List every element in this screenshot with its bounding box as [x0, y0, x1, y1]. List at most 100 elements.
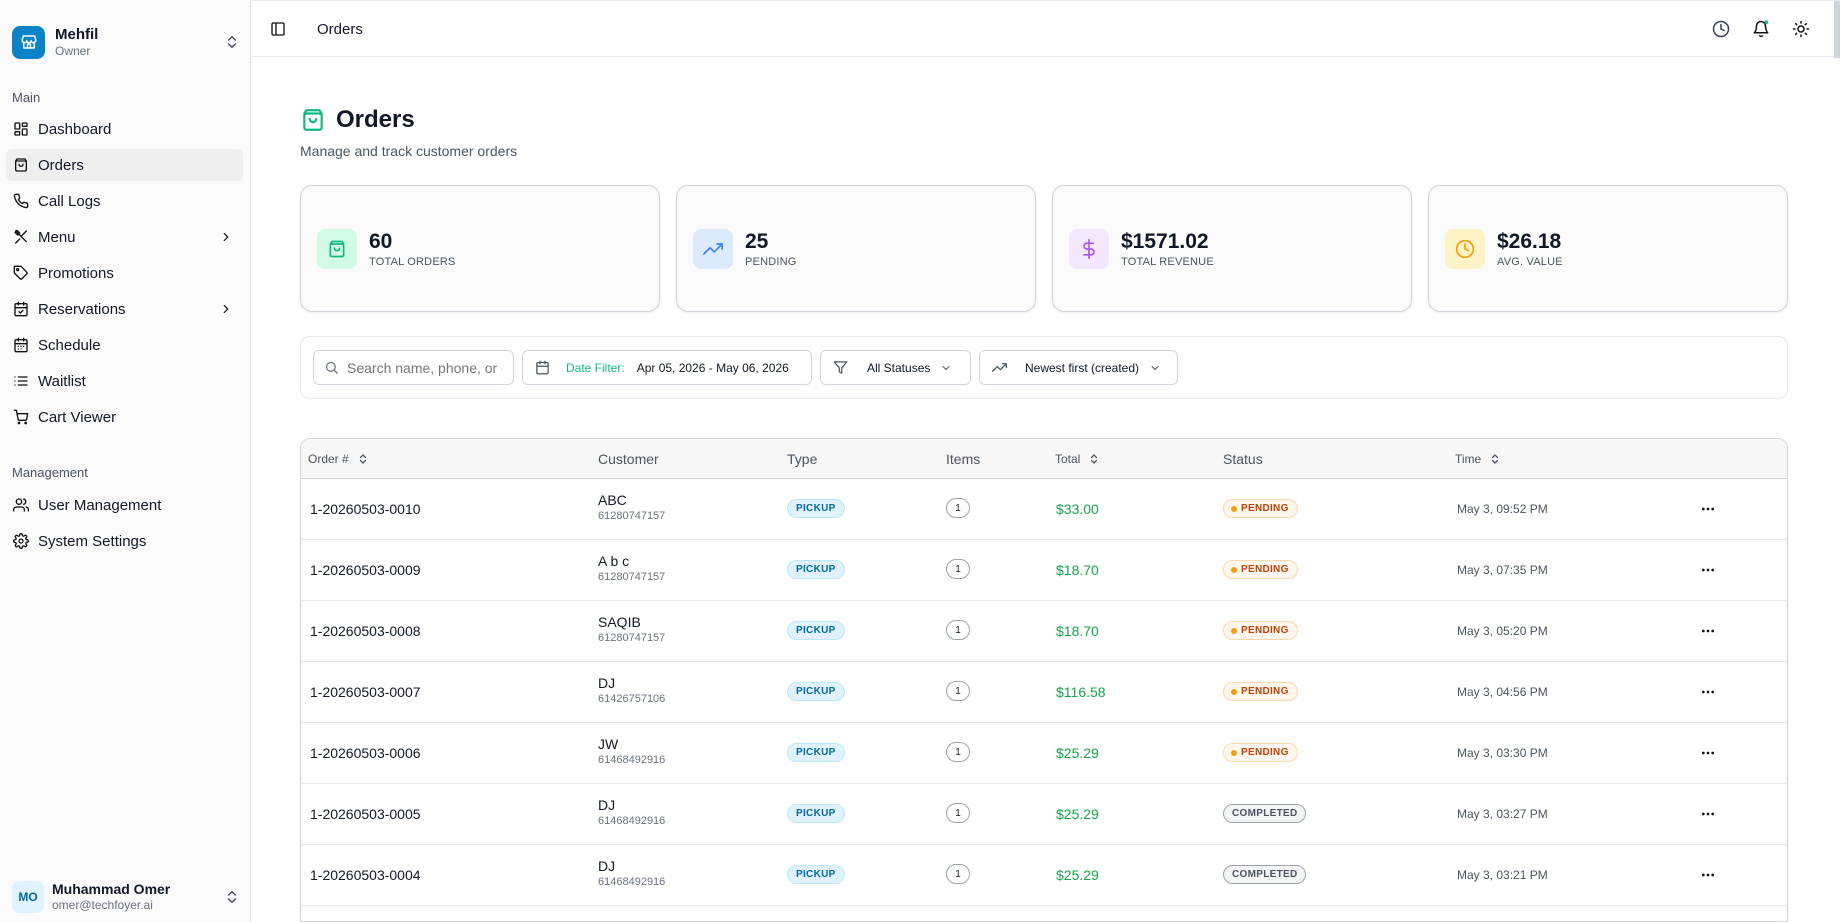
order-total: $25.29 [1056, 806, 1099, 822]
sidebar-item-label: System Settings [38, 532, 147, 550]
sidebar-item-cart-viewer[interactable]: Cart Viewer [6, 401, 243, 433]
cart-icon [13, 409, 29, 425]
column-header-time[interactable]: Time [1455, 452, 1501, 466]
status-label: PENDING [1241, 625, 1289, 636]
order-number: 1-20260503-0007 [310, 684, 421, 700]
type-badge: PICKUP [787, 743, 845, 762]
order-total: $33.00 [1056, 501, 1099, 517]
shopping-bag-icon [15, 158, 27, 172]
stat-value: $26.18 [1497, 230, 1562, 253]
trending-up-icon [693, 229, 733, 269]
sidebar-item-promotions[interactable]: Promotions [6, 257, 243, 289]
scrollbar[interactable] [1834, 1, 1840, 58]
status-label: PENDING [1241, 686, 1289, 697]
calendar-icon [536, 360, 549, 375]
section-label-management: Management [12, 465, 88, 480]
date-filter-label: Date Filter: [566, 360, 625, 375]
sidebar-item-dashboard[interactable]: Dashboard [6, 113, 243, 145]
more-actions-button[interactable] [1698, 499, 1718, 519]
shopping-bag-icon [303, 109, 323, 131]
customer-phone: 61468492916 [598, 815, 666, 827]
status-dot [1231, 749, 1237, 756]
column-header-order[interactable]: Order # [308, 452, 369, 466]
order-number: 1-20260503-0004 [310, 867, 421, 883]
customer-name: SAQIB [598, 614, 641, 630]
tag-icon [13, 265, 28, 280]
order-time: May 3, 04:56 PM [1457, 685, 1548, 699]
sort-select-value: Newest first (created) [1025, 360, 1140, 375]
sun-icon[interactable] [1792, 20, 1810, 38]
column-header-label: Order # [308, 452, 349, 466]
customer-phone: 61468492916 [598, 876, 666, 888]
sidebar-item-waitlist[interactable]: Waitlist [6, 365, 243, 397]
workspace-switcher[interactable]: Mehfil Owner [12, 24, 240, 60]
more-actions-button[interactable] [1698, 621, 1718, 641]
filter-icon [833, 361, 848, 374]
status-dot [1231, 505, 1237, 512]
sort-icon [1492, 454, 1499, 464]
more-actions-button[interactable] [1698, 804, 1718, 824]
phone-icon [13, 193, 29, 209]
page-subtitle: Manage and track customer orders [300, 143, 518, 159]
table-row[interactable]: 1-20260503-0007 DJ 61426757106 PICKUP 1 … [301, 662, 1787, 723]
more-actions-button[interactable] [1698, 560, 1718, 580]
order-time: May 3, 03:21 PM [1457, 868, 1548, 882]
search-input[interactable] [347, 359, 502, 376]
sort-select[interactable]: Newest first (created) [979, 350, 1178, 385]
date-filter[interactable]: Date Filter: Apr 05, 2026 - May 06, 2026 [522, 350, 812, 385]
users-icon [13, 498, 29, 512]
sidebar-item-menu[interactable]: Menu [6, 221, 243, 253]
status-badge: COMPLETED [1223, 865, 1307, 884]
column-header-total[interactable]: Total [1055, 452, 1100, 466]
order-time: May 3, 05:20 PM [1457, 624, 1548, 638]
table-row[interactable]: 1-20260503-0004 DJ 61468492916 PICKUP 1 … [301, 845, 1787, 906]
user-menu[interactable]: MO Muhammad Omer omer@techfoyer.ai [12, 880, 240, 914]
chevrons-up-down-icon [228, 891, 236, 903]
search-box [313, 350, 514, 385]
table-row[interactable]: 1-20260503-0008 SAQIB 61280747157 PICKUP… [301, 601, 1787, 662]
order-time: May 3, 09:52 PM [1457, 502, 1548, 516]
sidebar-item-system-settings[interactable]: System Settings [6, 525, 243, 557]
customer-name: A b c [598, 553, 630, 569]
sidebar-item-orders[interactable]: Orders [6, 149, 243, 181]
items-count: 1 [946, 620, 970, 640]
sidebar-item-label: Waitlist [38, 372, 86, 390]
more-horizontal-icon [1702, 629, 1714, 633]
table-header: Order # Customer Type Items Total Status… [301, 439, 1787, 479]
more-actions-button[interactable] [1698, 682, 1718, 702]
table-row[interactable]: 1-20260503-0006 JW 61468492916 PICKUP 1 … [301, 723, 1787, 784]
more-horizontal-icon [1702, 507, 1714, 511]
topbar: Orders [252, 0, 1840, 58]
more-horizontal-icon [1702, 873, 1714, 877]
column-header-label: Time [1455, 452, 1482, 466]
sidebar-item-reservations[interactable]: Reservations [6, 293, 243, 325]
customer-name: JW [598, 736, 619, 752]
user-email: omer@techfoyer.ai [52, 898, 153, 912]
sidebar-item-call-logs[interactable]: Call Logs [6, 185, 243, 217]
table-row[interactable]: 1-20260503-0009 A b c 61280747157 PICKUP… [301, 540, 1787, 601]
sidebar-toggle-icon[interactable] [270, 21, 286, 37]
customer-cell: DJ 61468492916 [598, 858, 665, 890]
filter-bar: Date Filter: Apr 05, 2026 - May 06, 2026… [300, 336, 1788, 399]
more-horizontal-icon [1702, 690, 1714, 694]
order-total: $18.70 [1056, 562, 1099, 578]
sidebar-item-schedule[interactable]: Schedule [6, 329, 243, 361]
table-row[interactable]: 1-20260503-0010 ABC 61280747157 PICKUP 1… [301, 479, 1787, 540]
page-title: Orders [300, 106, 415, 134]
stat-value: 60 [369, 230, 393, 253]
status-select[interactable]: All Statuses [820, 350, 971, 385]
items-count: 1 [946, 498, 970, 518]
customer-phone: 61280747157 [598, 510, 666, 522]
stat-card-pending: 25 PENDING [676, 185, 1036, 312]
sidebar-item-label: Call Logs [38, 192, 101, 210]
sidebar-item-user-management[interactable]: User Management [6, 489, 243, 521]
clock-icon[interactable] [1712, 20, 1730, 38]
bell-icon[interactable] [1752, 20, 1770, 38]
sidebar: Mehfil Owner Main Dashboard Orders Call … [0, 0, 251, 922]
more-actions-button[interactable] [1698, 865, 1718, 885]
sidebar-item-label: Promotions [38, 264, 114, 282]
customer-phone: 61468492916 [598, 754, 666, 766]
table-row[interactable]: 1-20260503-0005 DJ 61468492916 PICKUP 1 … [301, 784, 1787, 845]
order-number: 1-20260503-0009 [310, 562, 421, 578]
more-actions-button[interactable] [1698, 743, 1718, 763]
